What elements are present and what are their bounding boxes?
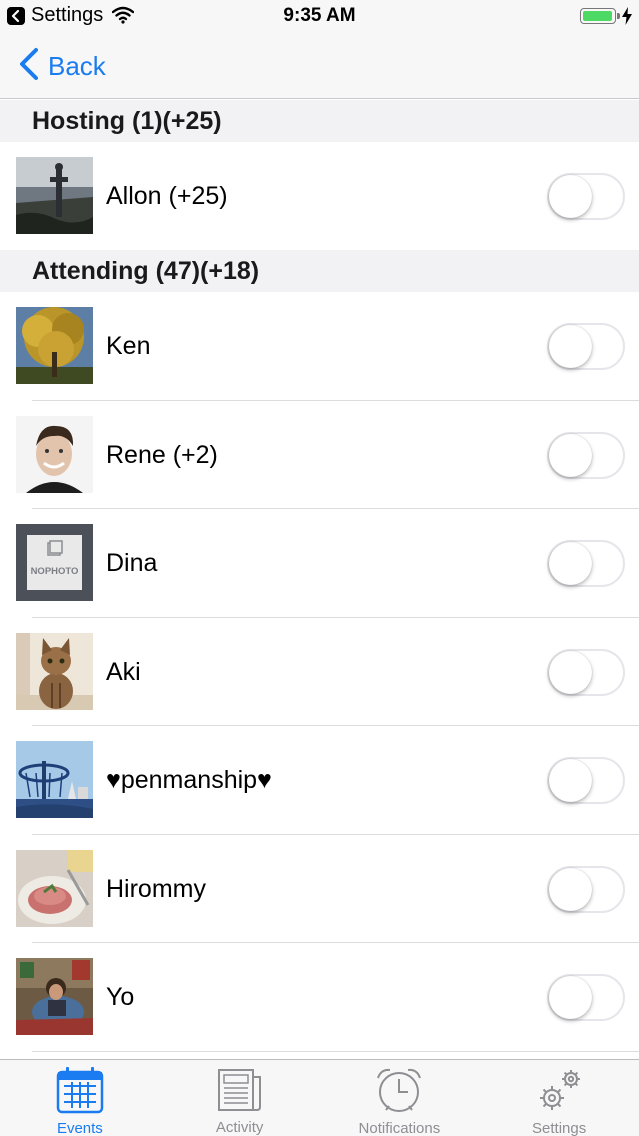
attendee-name: ♥penmanship♥	[106, 766, 272, 794]
attendance-toggle[interactable]	[547, 173, 625, 220]
toggle-knob	[549, 650, 592, 694]
attendee-name: Yo	[106, 983, 135, 1011]
newspaper-icon	[216, 1066, 264, 1113]
attendance-toggle[interactable]	[547, 431, 625, 479]
tab-notifications[interactable]: Notifications	[320, 1060, 480, 1136]
tab-label: Activity	[215, 1119, 264, 1136]
attendee-name: Allon (+25)	[106, 182, 228, 210]
tab-settings[interactable]: Settings	[479, 1060, 639, 1136]
toggle-knob	[549, 325, 592, 368]
toggle-knob	[549, 433, 592, 477]
list-item: Hirommy	[0, 834, 639, 943]
attendee-name: Hirommy	[106, 874, 206, 903]
avatar: NOPHOTO	[16, 524, 93, 601]
tab-activity[interactable]: Activity	[160, 1060, 320, 1136]
charging-bolt-icon	[622, 7, 632, 30]
toggle-knob	[549, 976, 592, 1019]
attendance-toggle[interactable]	[547, 540, 625, 587]
toggle-knob	[549, 759, 592, 802]
toggle-knob	[549, 175, 592, 218]
battery-icon	[580, 8, 616, 24]
avatar	[16, 632, 93, 710]
attendee-name: Rene (+2)	[106, 440, 218, 469]
back-button-label: Back	[48, 50, 106, 81]
tab-bar: Events Activity Notifications Settings	[0, 1059, 639, 1136]
status-bar: Settings 9:35 AM	[0, 0, 639, 32]
avatar	[16, 741, 93, 818]
attendance-toggle[interactable]	[547, 323, 625, 370]
list-item: Yo	[0, 943, 639, 1052]
chevron-left-icon	[18, 47, 40, 86]
tab-label: Settings	[532, 1120, 587, 1136]
attendee-name: Dina	[106, 549, 158, 577]
toggle-knob	[549, 542, 592, 585]
avatar	[16, 958, 93, 1035]
section-header-attending: Attending (47)(+18)	[0, 250, 639, 292]
attendance-toggle[interactable]	[547, 757, 625, 804]
attendance-toggle[interactable]	[547, 974, 625, 1021]
avatar	[16, 157, 93, 234]
list-item: Rene (+2)	[0, 400, 639, 509]
avatar	[16, 415, 93, 493]
avatar	[16, 849, 93, 927]
status-time: 9:35 AM	[283, 5, 356, 26]
avatar	[16, 307, 93, 384]
no-photo-label: NOPHOTO	[31, 566, 79, 577]
list-item: Ken	[0, 292, 639, 401]
battery-level	[583, 11, 612, 21]
list-item: NOPHOTO Dina	[0, 509, 639, 618]
list-item: Aki	[0, 617, 639, 726]
toggle-knob	[549, 867, 592, 911]
list-item: Allon (+25)	[0, 142, 639, 250]
alarm-clock-icon	[375, 1066, 423, 1114]
row-divider	[32, 1050, 639, 1052]
attendee-name: Aki	[106, 657, 141, 686]
tab-label: Events	[56, 1120, 103, 1136]
navigation-bar: Back	[0, 32, 639, 99]
list-item: ♥penmanship♥	[0, 726, 639, 835]
app-screen: Settings 9:35 AM Back Hosting (1)(+25) A…	[0, 0, 639, 1136]
attendee-name: Ken	[106, 332, 151, 360]
attendance-toggle[interactable]	[547, 648, 625, 696]
tab-events[interactable]: Events	[0, 1060, 160, 1136]
attendance-toggle[interactable]	[547, 865, 625, 913]
guest-list: Hosting (1)(+25) Allon (+25) Attending (…	[0, 100, 639, 1052]
tab-label: Notifications	[358, 1120, 441, 1136]
section-header-hosting: Hosting (1)(+25)	[0, 100, 639, 142]
battery-nub	[617, 13, 620, 19]
calendar-icon	[56, 1066, 104, 1114]
back-button[interactable]: Back	[18, 47, 106, 86]
gears-icon	[534, 1066, 584, 1114]
